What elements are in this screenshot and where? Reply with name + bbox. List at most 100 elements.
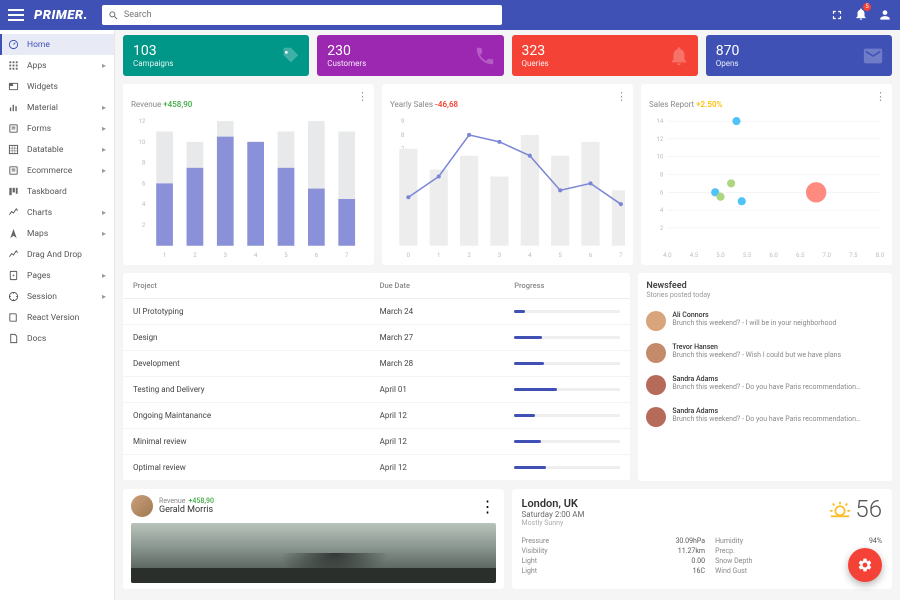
chevron-right-icon: ▸ xyxy=(102,229,106,238)
table-row[interactable]: Minimal reviewApril 12 xyxy=(123,429,630,455)
sidebar-item-maps[interactable]: Maps ▸ xyxy=(0,223,114,244)
project-name: Minimal review xyxy=(123,429,370,455)
tag-icon xyxy=(279,45,301,67)
sidebar-item-taskboard[interactable]: Taskboard xyxy=(0,181,114,202)
chevron-right-icon: ▸ xyxy=(102,271,106,280)
svg-text:9: 9 xyxy=(401,118,405,125)
svg-text:4.5: 4.5 xyxy=(690,252,699,259)
table-row[interactable]: UI PrototypingMarch 24 xyxy=(123,299,630,325)
sidebar-item-material[interactable]: Material▸ xyxy=(0,97,114,118)
weather-temp: 56 xyxy=(829,495,882,523)
chart-delta: +458,90 xyxy=(163,100,192,109)
weather-time: Saturday 2:00 AM xyxy=(522,510,883,519)
avatar xyxy=(646,311,666,331)
sidebar-item-label: Maps xyxy=(27,229,48,239)
more-icon[interactable]: ⋮ xyxy=(616,90,627,103)
feed-author: Sandra Adams xyxy=(672,407,862,415)
brand-logo: PRIMER. xyxy=(34,8,88,23)
sidebar-item-home[interactable]: Home xyxy=(0,34,114,55)
more-icon[interactable]: ⋮ xyxy=(875,90,886,103)
stat-card-queries[interactable]: 323Queries xyxy=(512,35,698,76)
svg-text:12: 12 xyxy=(138,118,145,125)
stat-card-customers[interactable]: 230Customers xyxy=(317,35,503,76)
chevron-right-icon: ▸ xyxy=(102,208,106,217)
more-icon[interactable]: ⋮ xyxy=(357,90,368,103)
search-input[interactable] xyxy=(124,5,496,25)
project-progress xyxy=(504,325,630,351)
feed-text: Brunch this weekend? - Do you have Paris… xyxy=(672,383,862,391)
svg-text:6: 6 xyxy=(589,252,593,259)
main-content: 103Campaigns230Customers323Queries870Ope… xyxy=(115,30,900,600)
sidebar-item-react-version[interactable]: React Version xyxy=(0,307,114,328)
form-icon xyxy=(8,123,19,134)
svg-text:6.5: 6.5 xyxy=(796,252,805,259)
stat-card-opens[interactable]: 870Opens xyxy=(706,35,892,76)
svg-text:4: 4 xyxy=(254,252,258,259)
sidebar-item-label: Apps xyxy=(27,61,46,71)
search-box[interactable] xyxy=(102,5,502,25)
project-name: Design xyxy=(123,325,370,351)
svg-text:14: 14 xyxy=(656,118,663,125)
svg-text:5.5: 5.5 xyxy=(743,252,752,259)
projects-table: ProjectDue DateProgressUI PrototypingMar… xyxy=(123,273,630,481)
avatar xyxy=(646,343,666,363)
feed-item[interactable]: Sandra AdamsBrunch this weekend? - Do yo… xyxy=(646,401,884,433)
feed-item[interactable]: Sandra AdamsBrunch this weekend? - Do yo… xyxy=(646,369,884,401)
chart-panel-1: Yearly Sales -46,68⋮12345678901234567 xyxy=(382,84,633,265)
sidebar-item-charts[interactable]: Charts▸ xyxy=(0,202,114,223)
chart-title: Sales Report xyxy=(649,100,696,109)
project-progress xyxy=(504,299,630,325)
project-due: March 28 xyxy=(370,351,505,377)
grid-icon xyxy=(8,144,19,155)
sidebar-item-widgets[interactable]: Widgets xyxy=(0,76,114,97)
chart-canvas: 12345678901234567 xyxy=(390,117,625,257)
sidebar-item-ecommerce[interactable]: Ecommerce▸ xyxy=(0,160,114,181)
sidebar-item-drag-and-drop[interactable]: Drag And Drop xyxy=(0,244,114,265)
sidebar-item-label: Drag And Drop xyxy=(27,250,82,260)
menu-toggle[interactable] xyxy=(8,7,24,23)
user-icon[interactable] xyxy=(878,8,892,22)
sidebar-item-forms[interactable]: Forms▸ xyxy=(0,118,114,139)
fullscreen-icon[interactable] xyxy=(830,8,844,22)
sidebar-item-label: Session xyxy=(27,292,57,302)
chevron-right-icon: ▸ xyxy=(102,292,106,301)
sidebar-item-datatable[interactable]: Datatable▸ xyxy=(0,139,114,160)
project-name: Testing and Delivery xyxy=(123,377,370,403)
weather-stat: 16C xyxy=(675,567,705,575)
pages-icon xyxy=(8,270,19,281)
table-row[interactable]: Optimal reviewApril 12 xyxy=(123,455,630,481)
avatar xyxy=(131,495,153,517)
notifications[interactable]: 5 xyxy=(854,6,868,25)
table-row[interactable]: DesignMarch 27 xyxy=(123,325,630,351)
stat-card-campaigns[interactable]: 103Campaigns xyxy=(123,35,309,76)
sidebar-item-pages[interactable]: Pages▸ xyxy=(0,265,114,286)
weather-stat: 30.09hPa xyxy=(675,537,705,545)
svg-text:10: 10 xyxy=(656,154,663,161)
docs-icon xyxy=(8,333,19,344)
feed-item[interactable]: Trevor HansenBrunch this weekend? - Wish… xyxy=(646,337,884,369)
table-row[interactable]: DevelopmentMarch 28 xyxy=(123,351,630,377)
fab-settings[interactable] xyxy=(848,548,882,582)
sidebar-item-docs[interactable]: Docs xyxy=(0,328,114,349)
sidebar-item-apps[interactable]: Apps▸ xyxy=(0,55,114,76)
feed-text: Brunch this weekend? - Do you have Paris… xyxy=(672,415,862,423)
weather-stat: Snow Depth xyxy=(715,557,859,565)
sidebar-item-label: Forms xyxy=(27,124,51,134)
table-row[interactable]: Ongoing MaintananceApril 12 xyxy=(123,403,630,429)
table-row[interactable]: Testing and DeliveryApril 01 xyxy=(123,377,630,403)
svg-text:8: 8 xyxy=(660,172,664,179)
search-icon xyxy=(108,10,119,21)
svg-text:2: 2 xyxy=(660,225,664,232)
feed-text: Brunch this weekend? - I will be in your… xyxy=(672,319,836,327)
project-due: April 01 xyxy=(370,377,505,403)
weather-stat: Light xyxy=(522,557,666,565)
form-icon xyxy=(8,165,19,176)
line-icon xyxy=(8,249,19,260)
sidebar-item-session[interactable]: Session ▸ xyxy=(0,286,114,307)
more-icon[interactable]: ⋮ xyxy=(480,497,496,516)
feed-item[interactable]: Ali ConnorsBrunch this weekend? - I will… xyxy=(646,305,884,337)
svg-text:1: 1 xyxy=(437,252,440,259)
newsfeed-panel: Newsfeed Stories posted today Ali Connor… xyxy=(638,273,892,481)
sidebar-item-label: Home xyxy=(27,40,50,50)
sidebar-item-label: React Version xyxy=(27,313,79,323)
